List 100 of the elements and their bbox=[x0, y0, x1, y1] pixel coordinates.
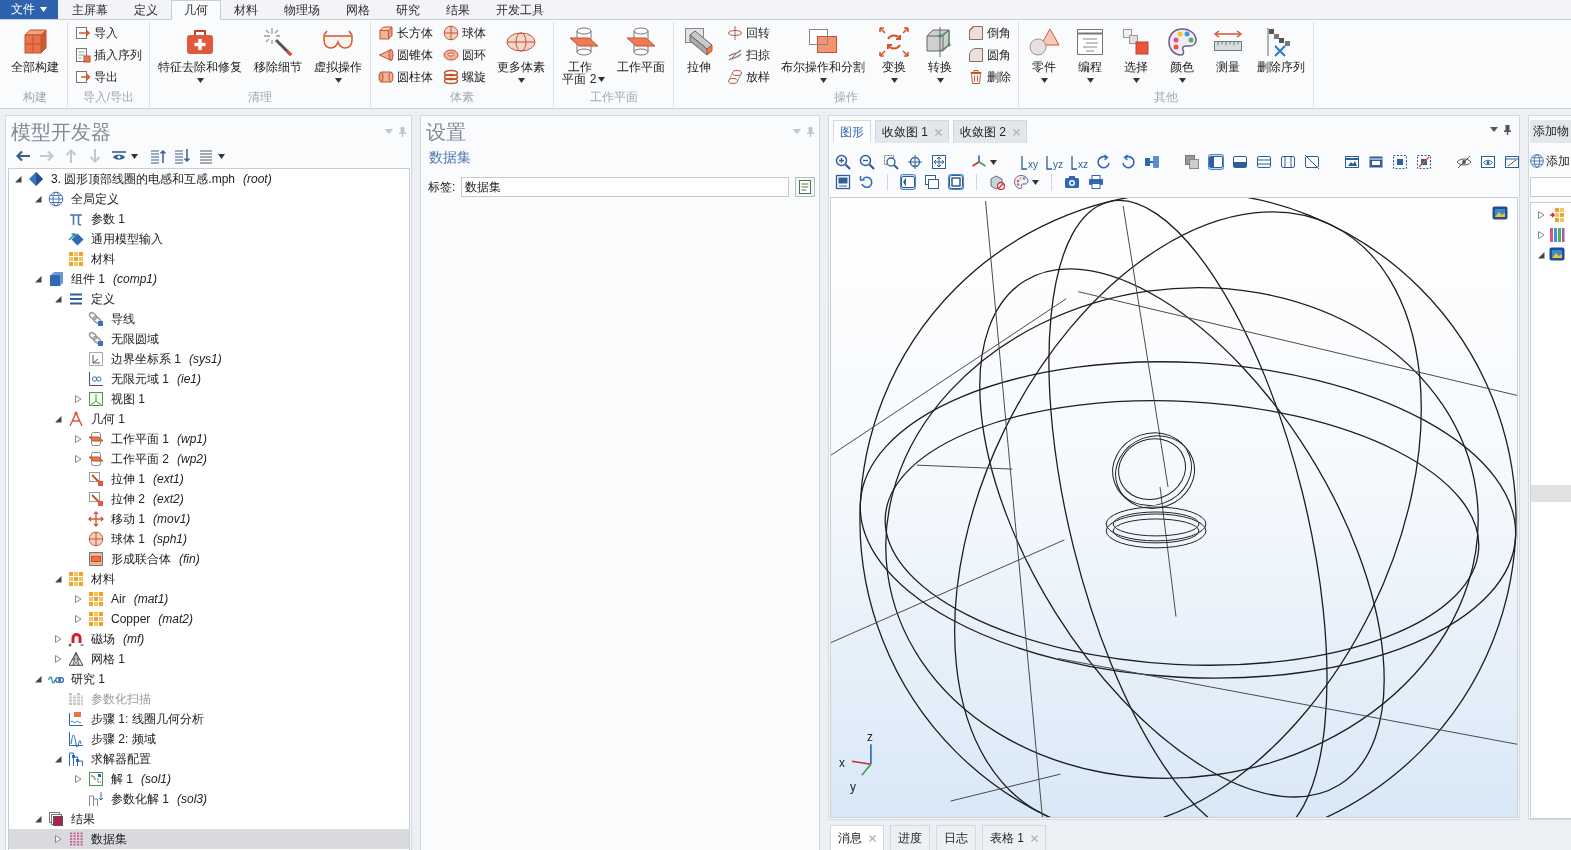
expanded-arrow-icon[interactable] bbox=[54, 755, 62, 763]
list-up-arrow-icon[interactable] bbox=[150, 148, 166, 164]
window-slash-icon[interactable] bbox=[1504, 154, 1519, 170]
tab[interactable]: 进度 bbox=[890, 825, 930, 850]
framed-window-icon[interactable] bbox=[948, 174, 964, 190]
tree-item[interactable]: Air (mat1) bbox=[9, 589, 409, 609]
ribbon-button[interactable]: 插入序列 bbox=[72, 44, 145, 66]
ribbon-tab[interactable]: 研究 bbox=[383, 0, 433, 19]
overlapping-squares-icon[interactable] bbox=[1184, 154, 1200, 170]
panel-menu-icon[interactable] bbox=[1490, 127, 1498, 132]
ribbon-tab[interactable]: 开发工具 bbox=[483, 0, 557, 19]
tab[interactable]: 消息 bbox=[830, 825, 884, 850]
palette-icon[interactable] bbox=[1013, 174, 1029, 190]
window-columns-icon[interactable] bbox=[1280, 154, 1296, 170]
tree-item[interactable]: 磁场 (mf) bbox=[9, 629, 409, 649]
sidebar-window-icon[interactable] bbox=[1208, 154, 1224, 170]
tree-item[interactable]: 全局定义 bbox=[9, 189, 409, 209]
stacked-windows-icon[interactable] bbox=[924, 174, 940, 190]
panel-left-icon[interactable] bbox=[900, 174, 916, 190]
ribbon-button[interactable]: 回转 bbox=[724, 22, 773, 44]
view-button[interactable]: yz bbox=[1046, 154, 1063, 170]
filled-window-icon[interactable] bbox=[1368, 154, 1384, 170]
caret-icon[interactable] bbox=[990, 159, 997, 165]
view-button[interactable]: xy bbox=[1021, 154, 1038, 170]
tab[interactable]: 图形 bbox=[833, 120, 871, 143]
ribbon-button[interactable]: 扫掠 bbox=[724, 44, 773, 66]
ribbon-button[interactable]: 虚拟操作 bbox=[310, 22, 366, 83]
ribbon-button[interactable]: 布尔操作和分割 bbox=[777, 22, 869, 83]
tree-item[interactable]: 几何 1 bbox=[9, 409, 409, 429]
printer-icon[interactable] bbox=[1088, 174, 1104, 190]
expanded-arrow-icon[interactable] bbox=[54, 415, 62, 423]
tree-item[interactable]: 网格 1 bbox=[9, 649, 409, 669]
ribbon-button[interactable]: 测量 bbox=[1207, 22, 1249, 74]
dashed-crossed-icon[interactable] bbox=[1416, 154, 1432, 170]
collapsed-arrow-icon[interactable] bbox=[1537, 211, 1545, 219]
tree-item[interactable]: 移动 1 (mov1) bbox=[9, 509, 409, 529]
ribbon-tab[interactable]: 物理场 bbox=[271, 0, 333, 19]
collapsed-arrow-icon[interactable] bbox=[74, 455, 82, 463]
ribbon-button[interactable]: 编程 bbox=[1069, 22, 1111, 83]
tree-item[interactable]: 步骤 2: 频域 bbox=[9, 729, 409, 749]
tree-item[interactable]: 组件 1 (comp1) bbox=[9, 269, 409, 289]
expanded-arrow-icon[interactable] bbox=[54, 575, 62, 583]
tree-item[interactable]: 定义 bbox=[9, 289, 409, 309]
crosshair-icon[interactable] bbox=[907, 154, 923, 170]
collapsed-arrow-icon[interactable] bbox=[74, 775, 82, 783]
panel-tab[interactable]: 添加物 bbox=[1530, 120, 1571, 143]
caret-icon[interactable] bbox=[218, 153, 225, 159]
file-menu-button[interactable]: 文件 bbox=[0, 0, 58, 19]
pin-icon[interactable] bbox=[1504, 124, 1511, 135]
eye-crossed-icon[interactable] bbox=[1456, 154, 1472, 170]
expanded-arrow-icon[interactable] bbox=[14, 175, 22, 183]
dashed-selection-icon[interactable] bbox=[1392, 154, 1408, 170]
ribbon-tab[interactable]: 几何 bbox=[171, 0, 221, 20]
ribbon-button[interactable]: 选择 bbox=[1115, 22, 1157, 83]
collapsed-arrow-icon[interactable] bbox=[54, 655, 62, 663]
zoom-in-icon[interactable] bbox=[835, 154, 851, 170]
expanded-arrow-icon[interactable] bbox=[54, 295, 62, 303]
list-down-arrow-icon[interactable] bbox=[174, 148, 190, 164]
tree-item[interactable]: 参数 1 bbox=[9, 209, 409, 229]
ribbon-button[interactable]: 工作平面 2 bbox=[558, 22, 609, 85]
notes-icon[interactable] bbox=[795, 177, 815, 197]
ribbon-button[interactable]: 放样 bbox=[724, 66, 773, 88]
ribbon-button[interactable]: 倒角 bbox=[965, 22, 1014, 44]
tree-item[interactable]: 研究 1 bbox=[9, 669, 409, 689]
input-field[interactable] bbox=[1530, 177, 1571, 197]
collapsed-arrow-icon[interactable] bbox=[74, 395, 82, 403]
ribbon-button[interactable]: 导入 bbox=[72, 22, 145, 44]
tree-item[interactable]: 视图 1 bbox=[9, 389, 409, 409]
collapsed-arrow-icon[interactable] bbox=[54, 835, 62, 843]
zoom-out-icon[interactable] bbox=[859, 154, 875, 170]
ribbon-button[interactable]: 零件 bbox=[1023, 22, 1065, 83]
collapsed-arrow-icon[interactable] bbox=[54, 635, 62, 643]
ribbon-button[interactable]: 颜色 bbox=[1161, 22, 1203, 83]
window-half-icon[interactable] bbox=[1232, 154, 1248, 170]
ribbon-button[interactable]: 全部构建 bbox=[7, 22, 63, 74]
tab[interactable]: 日志 bbox=[936, 825, 976, 850]
ribbon-button[interactable]: 删除 bbox=[965, 66, 1014, 88]
window-crossed-icon[interactable] bbox=[1304, 154, 1320, 170]
ribbon-tab[interactable]: 网格 bbox=[333, 0, 383, 19]
back-arrow-icon[interactable] bbox=[15, 148, 31, 164]
tree-item[interactable]: 材料 bbox=[9, 249, 409, 269]
tree-item[interactable]: 结果 bbox=[9, 809, 409, 829]
ribbon-button[interactable]: 圆锥体 bbox=[375, 44, 436, 66]
eye-window-icon[interactable] bbox=[1480, 154, 1496, 170]
add-button[interactable]: 添加 bbox=[1529, 151, 1571, 171]
ribbon-button[interactable]: 更多体素 bbox=[493, 22, 549, 83]
tree-item[interactable]: 边界坐标系 1 (sys1) bbox=[9, 349, 409, 369]
tree-item[interactable]: 球体 1 (sph1) bbox=[9, 529, 409, 549]
expanded-arrow-icon[interactable] bbox=[34, 675, 42, 683]
caret-icon[interactable] bbox=[131, 153, 138, 159]
tree-item[interactable]: 工作平面 1 (wp1) bbox=[9, 429, 409, 449]
tree-item[interactable]: 拉伸 1 (ext1) bbox=[9, 469, 409, 489]
ribbon-button[interactable]: 圆柱体 bbox=[375, 66, 436, 88]
ribbon-button[interactable]: 特征去除和修复 bbox=[154, 22, 246, 83]
text-field[interactable]: 数据集 bbox=[461, 177, 789, 197]
ribbon-tab[interactable]: 结果 bbox=[433, 0, 483, 19]
collapsed-arrow-icon[interactable] bbox=[1537, 231, 1545, 239]
tree-item[interactable]: 通用模型输入 bbox=[9, 229, 409, 249]
tree-item[interactable]: 3. 圆形顶部线圈的电感和互感.mph (root) bbox=[9, 169, 409, 189]
tree-item[interactable]: 求解器配置 bbox=[9, 749, 409, 769]
